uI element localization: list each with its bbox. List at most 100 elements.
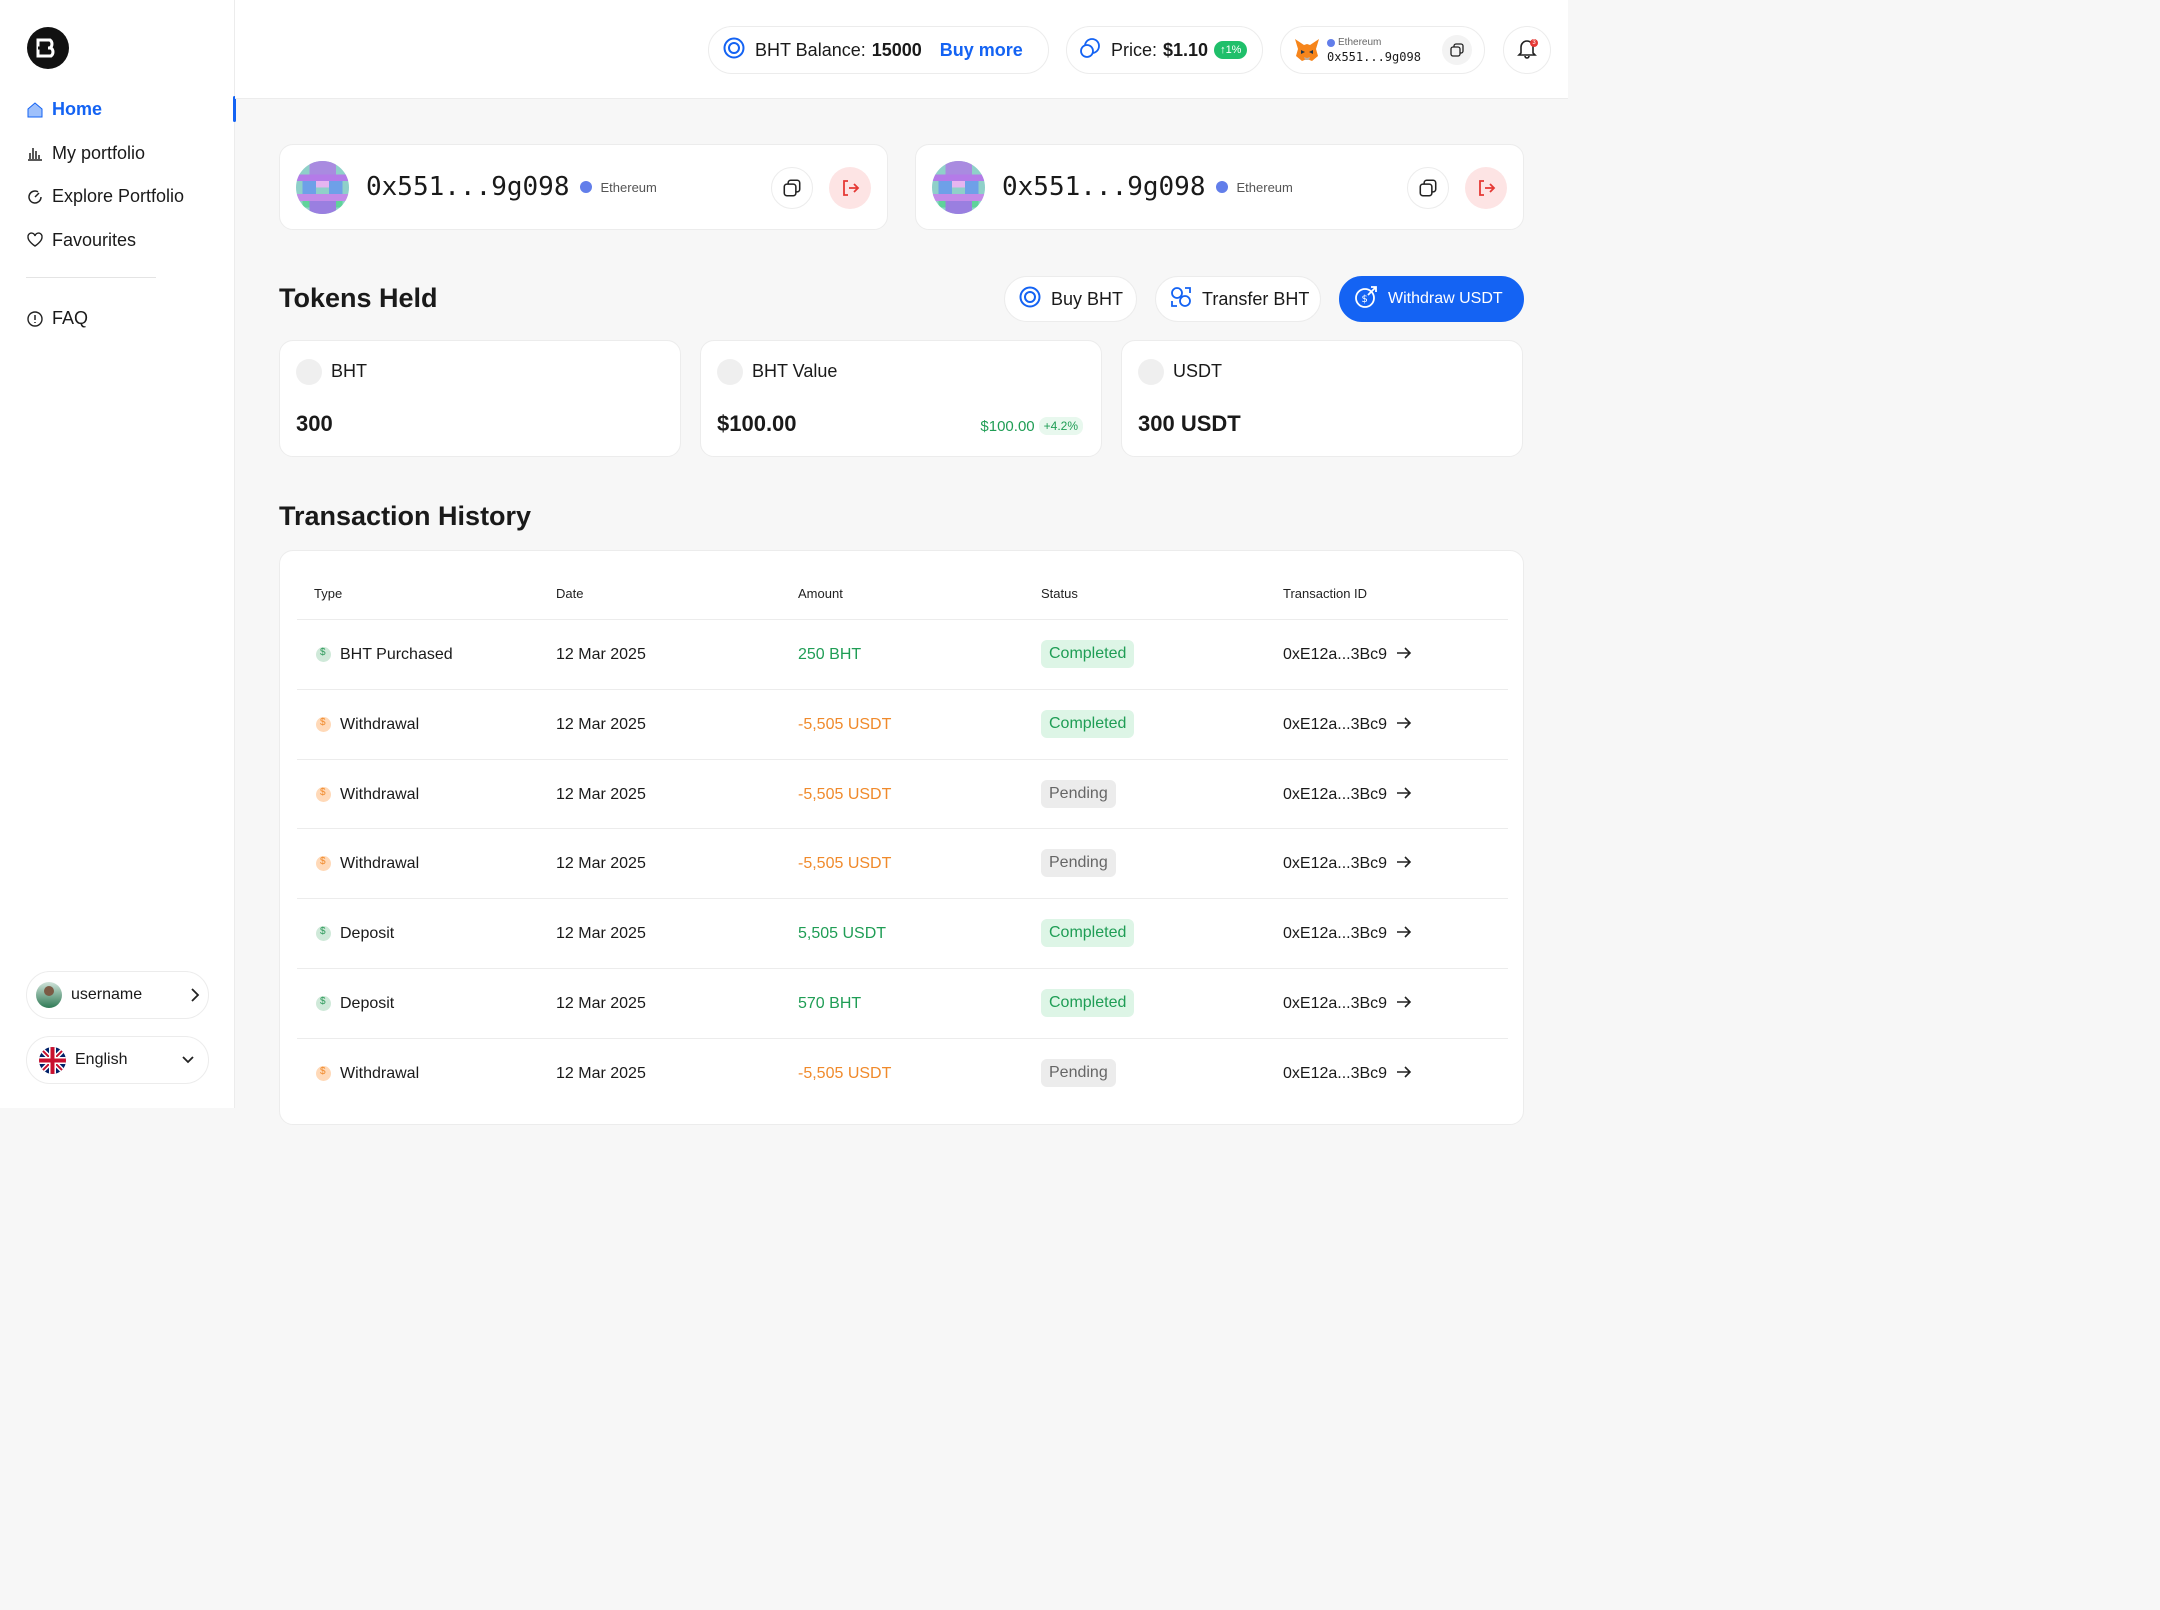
nav-label: Favourites <box>52 229 137 250</box>
tx-id: 0xE12a...3Bc9 <box>1283 785 1388 803</box>
bar-chart-icon <box>26 144 44 162</box>
transfer-bht-button[interactable]: Transfer BHT <box>1155 276 1321 322</box>
token-card-bht: BHT 300 <box>279 340 681 457</box>
table-row[interactable]: Deposit 12 Mar 2025 570 BHT Completed 0xE12a… <box>297 968 1508 1038</box>
token-amount: 300 USDT <box>1138 411 1241 436</box>
tx-amount: 570 BHT <box>798 995 862 1012</box>
tx-type: Deposit <box>340 925 395 943</box>
nav-item-home[interactable]: Home <box>0 88 236 132</box>
nav-divider <box>26 277 156 278</box>
brand-logo[interactable] <box>27 27 69 69</box>
arrow-right-icon <box>1396 646 1412 664</box>
wallet-card: 0x551...9g098 Ethereum <box>279 144 888 230</box>
token-icon <box>1138 359 1164 385</box>
withdrawal-icon <box>316 786 331 802</box>
status-badge: Pending <box>1041 849 1116 878</box>
tx-amount: 250 BHT <box>798 646 862 663</box>
arrow-right-icon <box>1396 716 1412 734</box>
price-label: Price: <box>1111 39 1158 60</box>
tx-id-link[interactable]: 0xE12a...3Bc9 <box>1283 786 1412 804</box>
transfer-icon <box>1170 286 1192 313</box>
tx-id-link[interactable]: 0xE12a...3Bc9 <box>1283 646 1412 664</box>
metamask-fox-icon <box>1293 37 1321 63</box>
nav-item-my-portfolio[interactable]: My portfolio <box>0 132 235 176</box>
tx-type: Withdrawal <box>340 1064 420 1082</box>
tx-amount: -5,505 USDT <box>798 855 892 873</box>
info-icon <box>26 310 44 328</box>
change-percent: +4.2% <box>1038 417 1083 435</box>
transaction-history-title: Transaction History <box>279 501 532 531</box>
ethereum-icon <box>1215 181 1228 193</box>
wallet-card-network: Ethereum <box>600 179 657 195</box>
tx-date: 12 Mar 2025 <box>556 855 646 873</box>
home-icon <box>26 101 44 119</box>
language-label: English <box>75 1051 128 1068</box>
disconnect-button[interactable] <box>1465 167 1507 209</box>
nav-item-explore-portfolio[interactable]: Explore Portfolio <box>0 175 235 219</box>
token-icon <box>723 37 745 64</box>
table-row[interactable]: Withdrawal 12 Mar 2025 -5,505 USDT Pending 0… <box>297 828 1508 898</box>
copy-address-button[interactable] <box>771 167 813 209</box>
copy-icon[interactable] <box>1442 35 1472 65</box>
buy-more-link[interactable]: Buy more <box>940 40 1023 61</box>
arrow-right-icon <box>1396 786 1412 804</box>
deposit-icon <box>316 926 331 942</box>
nav-label: Home <box>52 99 103 120</box>
user-menu[interactable]: username <box>26 971 209 1019</box>
top-bar: BHT Balance: 15000 Buy more Price: $1.10… <box>235 0 1568 99</box>
language-selector[interactable]: English <box>26 1036 209 1084</box>
tx-id: 0xE12a...3Bc9 <box>1283 925 1388 943</box>
copy-address-button[interactable] <box>1407 167 1449 209</box>
balance-value: 15000 <box>871 39 922 60</box>
chevron-down-icon <box>168 1055 208 1065</box>
nav-item-faq[interactable]: FAQ <box>0 297 235 341</box>
disconnect-button[interactable] <box>829 167 871 209</box>
arrow-right-icon <box>1396 1065 1412 1083</box>
buy-bht-button[interactable]: Buy BHT <box>1004 276 1137 322</box>
value-change: $100.00 +4.2% <box>980 417 1083 435</box>
status-badge: Completed <box>1041 640 1135 668</box>
nav-label: FAQ <box>52 308 89 329</box>
wallet-card-network: Ethereum <box>1236 179 1293 195</box>
tx-type: Withdrawal <box>340 715 420 733</box>
tx-type: BHT Purchased <box>340 646 453 663</box>
table-row[interactable]: BHT Purchased 12 Mar 2025 250 BHT Completed… <box>297 619 1508 689</box>
tx-id-link[interactable]: 0xE12a...3Bc9 <box>1283 995 1412 1013</box>
tx-id-link[interactable]: 0xE12a...3Bc9 <box>1283 925 1412 943</box>
arrow-right-icon <box>1396 925 1412 943</box>
table-row[interactable]: Withdrawal 12 Mar 2025 -5,505 USDT Complete… <box>297 688 1508 759</box>
table-row[interactable]: Deposit 12 Mar 2025 5,505 USDT Completed 0xE… <box>297 898 1508 968</box>
withdraw-usdt-button[interactable]: $ Withdraw USDT <box>1339 276 1524 322</box>
button-label: Withdraw USDT <box>1388 290 1503 307</box>
tx-type: Withdrawal <box>340 785 420 803</box>
heart-icon <box>26 231 44 249</box>
status-badge: Completed <box>1041 709 1135 738</box>
status-badge: Pending <box>1041 1058 1116 1087</box>
table-header: Type Date Amount Status Transaction ID <box>280 551 1523 620</box>
column-header-status: Status <box>1041 586 1078 601</box>
uk-flag-icon <box>39 1046 66 1074</box>
token-icon <box>296 359 322 385</box>
tx-id-link[interactable]: 0xE12a...3Bc9 <box>1283 1065 1412 1083</box>
tx-type: Deposit <box>340 995 395 1012</box>
balance-label: BHT Balance: <box>755 39 866 60</box>
token-name: BHT <box>331 361 367 381</box>
price-value: $1.10 <box>1163 39 1209 60</box>
wallet-avatar <box>932 160 985 214</box>
table-row[interactable]: Withdrawal 12 Mar 2025 -5,505 USDT Pending 0… <box>297 758 1508 829</box>
arrow-right-icon <box>1396 855 1412 873</box>
tx-date: 12 Mar 2025 <box>556 1064 646 1082</box>
tx-amount: -5,505 USDT <box>798 715 892 733</box>
table-row[interactable]: Withdrawal 12 Mar 2025 -5,505 USDT Pending 0… <box>297 1037 1508 1108</box>
tx-id-link[interactable]: 0xE12a...3Bc9 <box>1283 716 1412 734</box>
token-amount: $100.00 <box>717 411 797 436</box>
transaction-table: Type Date Amount Status Transaction ID B… <box>279 550 1524 1125</box>
wallet-network: Ethereum <box>1338 36 1382 48</box>
tx-type: Withdrawal <box>340 855 420 873</box>
notifications-button[interactable]: 3 <box>1503 26 1551 74</box>
arrow-right-icon <box>1396 995 1412 1013</box>
wallet-card-address: 0x551...9g098 <box>1002 172 1206 202</box>
nav-item-favourites[interactable]: Favourites <box>0 219 235 263</box>
tx-id-link[interactable]: 0xE12a...3Bc9 <box>1283 855 1412 873</box>
wallet-pill[interactable]: Ethereum 0x551...9g098 <box>1280 26 1485 74</box>
